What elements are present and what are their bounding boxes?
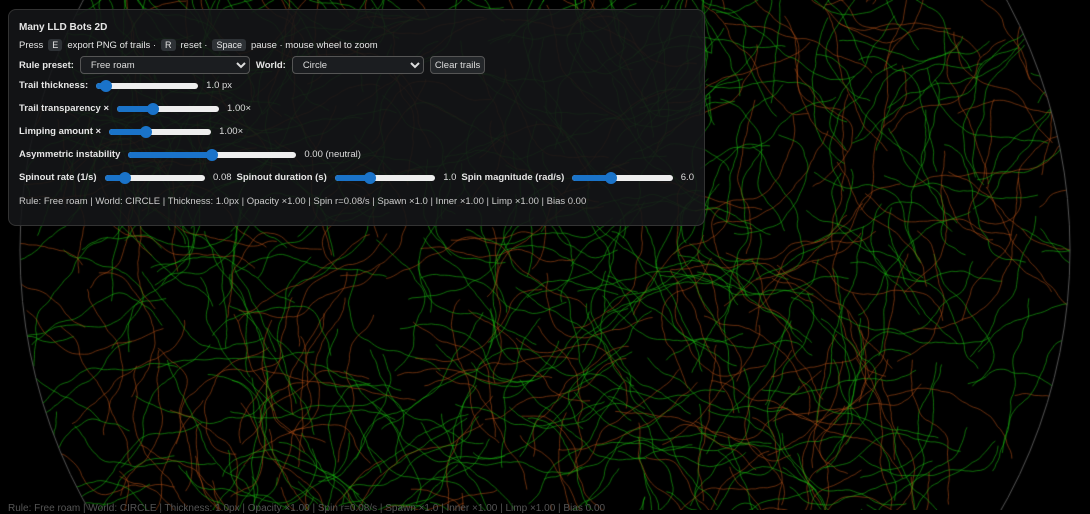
world-label: World: [255, 59, 286, 71]
slider-row-thickness: Trail thickness: 1.0 px [19, 79, 694, 92]
spinout-duration-slider[interactable] [334, 171, 436, 184]
slider-label: Trail transparency × [19, 103, 110, 114]
slider-value: 1.00× [227, 103, 252, 114]
slider-value: 1.00× [219, 126, 244, 137]
key-r: R [161, 39, 176, 51]
rule-preset-select[interactable]: Free roam [79, 56, 250, 74]
rule-preset-label: Rule preset: [19, 59, 74, 71]
slider-row-limping: Limping amount × 1.00× [19, 125, 694, 138]
slider-value: 1.0 [443, 172, 457, 183]
help-line: Press E export PNG of trails · R reset ·… [19, 39, 694, 51]
limping-amount-slider[interactable] [109, 125, 212, 138]
help-text: export PNG of trails · [67, 39, 157, 51]
help-text: pause · mouse wheel to zoom [250, 39, 378, 51]
slider-row-asymmetric: Asymmetric instability 0.00 (neutral) [19, 148, 694, 161]
trail-transparency-slider[interactable] [117, 102, 220, 115]
spin-magnitude-slider[interactable] [572, 171, 673, 184]
slider-row-transparency: Trail transparency × 1.00× [19, 102, 694, 115]
slider-value: 0.00 (neutral) [304, 149, 361, 160]
slider-label: Limping amount × [19, 126, 102, 137]
slider-value: 6.0 [680, 172, 694, 183]
slider-value: 1.0 px [206, 80, 233, 91]
key-e: E [48, 39, 63, 51]
spinout-rate-slider[interactable] [104, 171, 206, 184]
slider-label: Asymmetric instability [19, 149, 121, 160]
slider-label: Spin magnitude (rad/s) [461, 172, 565, 183]
slider-value: 0.08 [213, 172, 232, 183]
control-panel: Many LLD Bots 2D Press E export PNG of t… [8, 9, 705, 226]
clear-trails-button[interactable]: Clear trails [429, 56, 486, 74]
asymmetric-instability-slider[interactable] [128, 148, 297, 161]
slider-label: Spinout rate (1/s) [19, 172, 97, 183]
trail-thickness-slider[interactable] [96, 79, 199, 92]
app-title: Many LLD Bots 2D [19, 22, 108, 33]
footer-status: Rule: Free roam | World: CIRCLE | Thickn… [8, 503, 606, 514]
help-text: reset · [180, 39, 208, 51]
help-text: Press [19, 39, 44, 51]
world-select[interactable]: Circle [291, 56, 424, 74]
key-space: Space [212, 39, 246, 51]
slider-label: Trail thickness: [19, 80, 89, 91]
slider-label: Spinout duration (s) [236, 172, 327, 183]
slider-row-spinout: Spinout rate (1/s) 0.08 Spinout duration… [19, 171, 694, 184]
status-line: Rule: Free roam | World: CIRCLE | Thickn… [19, 196, 587, 207]
